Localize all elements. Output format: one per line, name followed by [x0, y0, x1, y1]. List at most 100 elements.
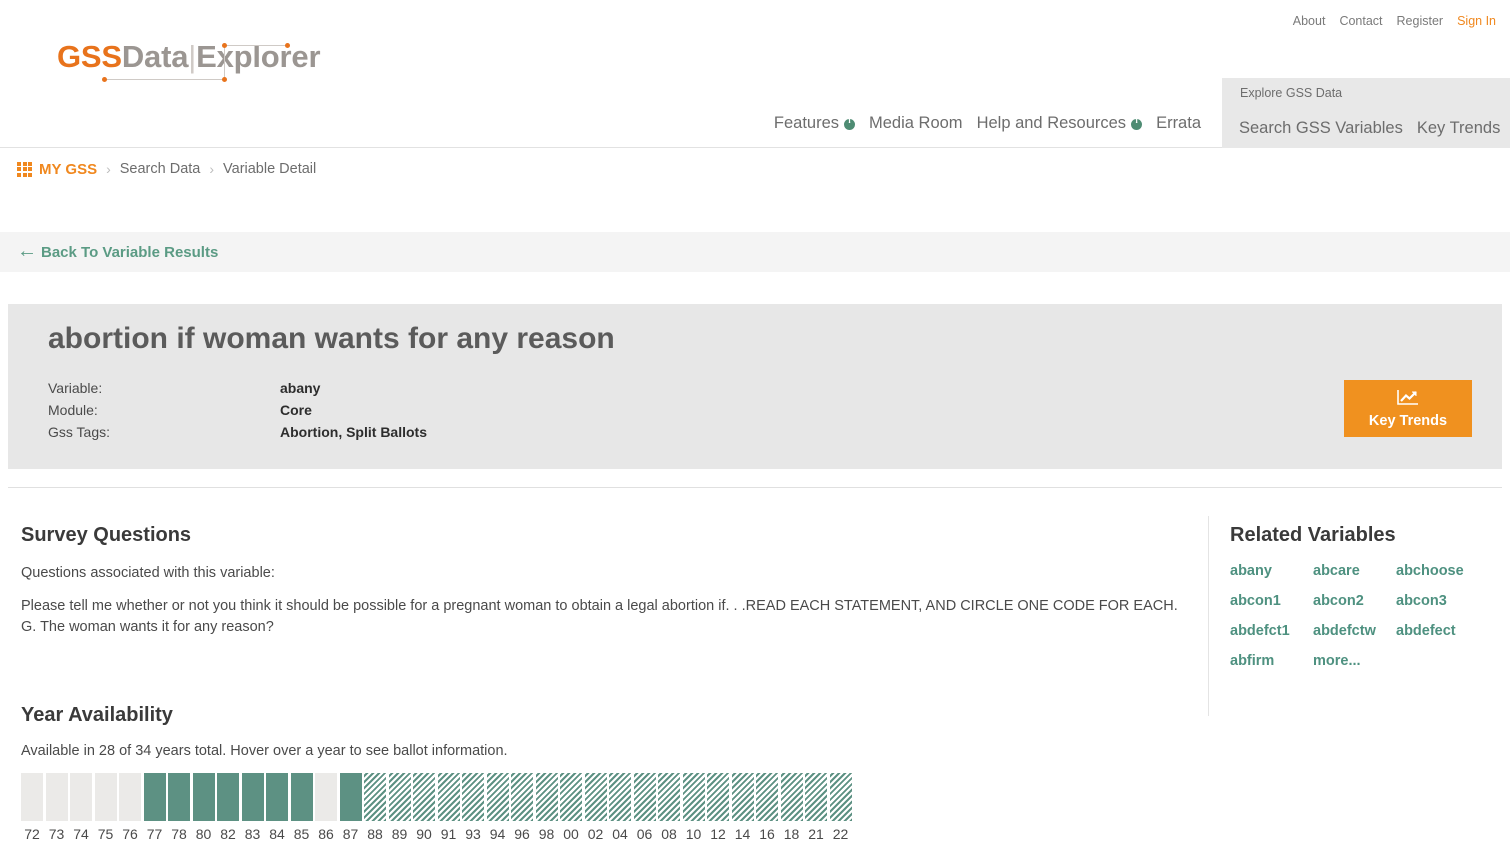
year-column[interactable]: 80	[192, 773, 215, 842]
year-bar-solid[interactable]	[143, 773, 166, 821]
year-column[interactable]: 74	[70, 773, 92, 842]
year-column[interactable]: 02	[584, 773, 607, 842]
year-bar-striped[interactable]	[437, 773, 460, 821]
nav-item-features[interactable]: Features	[767, 98, 862, 148]
related-variable-link[interactable]: abdefect	[1396, 623, 1492, 639]
year-bar-striped[interactable]	[658, 773, 680, 821]
year-bar-striped[interactable]	[707, 773, 729, 821]
year-column[interactable]: 78	[168, 773, 190, 842]
year-bar-empty[interactable]	[119, 773, 141, 821]
year-column[interactable]: 77	[143, 773, 166, 842]
year-bar-solid[interactable]	[290, 773, 313, 821]
year-bar-solid[interactable]	[241, 773, 264, 821]
year-bar-solid[interactable]	[339, 773, 362, 821]
nav-item-media-room[interactable]: Media Room	[862, 98, 970, 148]
key-trends-button[interactable]: Key Trends	[1344, 380, 1472, 437]
year-label: 76	[122, 826, 138, 842]
year-column[interactable]: 76	[119, 773, 141, 842]
dropdown-item-search-gss-variables[interactable]: Search GSS Variables	[1232, 108, 1410, 148]
year-column[interactable]: 12	[707, 773, 729, 842]
related-variable-link[interactable]: abcare	[1313, 563, 1396, 579]
section-divider	[8, 487, 1502, 488]
year-column[interactable]: 04	[609, 773, 631, 842]
year-bar-striped[interactable]	[413, 773, 435, 821]
metadata-value-module: Core	[280, 402, 312, 418]
year-bar-striped[interactable]	[462, 773, 484, 821]
year-bar-striped[interactable]	[609, 773, 631, 821]
year-bar-empty[interactable]	[45, 773, 68, 821]
year-bar-empty[interactable]	[94, 773, 117, 821]
year-bar-striped[interactable]	[560, 773, 582, 821]
breadcrumb-my-gss[interactable]: MY GSS	[39, 161, 97, 178]
year-column[interactable]: 10	[682, 773, 705, 842]
utility-link-sign-in[interactable]: Sign In	[1457, 14, 1496, 28]
year-column[interactable]: 98	[535, 773, 558, 842]
year-column[interactable]: 00	[560, 773, 582, 842]
utility-link-contact[interactable]: Contact	[1339, 14, 1382, 28]
year-bar-solid[interactable]	[217, 773, 239, 821]
year-bar-solid[interactable]	[266, 773, 288, 821]
year-bar-striped[interactable]	[388, 773, 411, 821]
year-column[interactable]: 75	[94, 773, 117, 842]
year-bar-striped[interactable]	[486, 773, 509, 821]
metadata-row-variable: Variable: abany	[48, 380, 427, 402]
year-bar-striped[interactable]	[829, 773, 852, 821]
dropdown-item-key-trends[interactable]: Key Trends	[1410, 108, 1507, 148]
back-to-results-bar[interactable]: ← Back To Variable Results	[0, 232, 1510, 272]
related-variables-more-link[interactable]: more...	[1313, 653, 1396, 669]
related-variable-link[interactable]: abcon2	[1313, 593, 1396, 609]
year-column[interactable]: 93	[462, 773, 484, 842]
nav-item-help-and-resources[interactable]: Help and Resources	[970, 98, 1150, 148]
year-column[interactable]: 73	[45, 773, 68, 842]
year-column[interactable]: 96	[511, 773, 533, 842]
nav-item-errata[interactable]: Errata	[1149, 98, 1208, 148]
year-column[interactable]: 14	[731, 773, 754, 842]
year-bar-empty[interactable]	[315, 773, 337, 821]
related-variable-link[interactable]: abcon3	[1396, 593, 1492, 609]
year-column[interactable]: 86	[315, 773, 337, 842]
info-icon[interactable]	[1131, 116, 1143, 130]
year-bar-striped[interactable]	[780, 773, 803, 821]
year-column[interactable]: 84	[266, 773, 288, 842]
year-column[interactable]: 06	[633, 773, 656, 842]
year-bar-striped[interactable]	[805, 773, 827, 821]
year-column[interactable]: 90	[413, 773, 435, 842]
year-column[interactable]: 16	[756, 773, 778, 842]
year-bar-solid[interactable]	[168, 773, 190, 821]
year-bar-striped[interactable]	[511, 773, 533, 821]
year-column[interactable]: 94	[486, 773, 509, 842]
related-variable-link[interactable]: abdefct1	[1230, 623, 1313, 639]
year-column[interactable]: 22	[829, 773, 852, 842]
related-variable-link[interactable]: abany	[1230, 563, 1313, 579]
related-variable-link[interactable]: abdefctw	[1313, 623, 1396, 639]
year-column[interactable]: 85	[290, 773, 313, 842]
year-column[interactable]: 72	[21, 773, 43, 842]
year-column[interactable]: 08	[658, 773, 680, 842]
related-variable-link[interactable]: abchoose	[1396, 563, 1492, 579]
related-variable-link[interactable]: abcon1	[1230, 593, 1313, 609]
utility-link-about[interactable]: About	[1293, 14, 1326, 28]
year-column[interactable]: 88	[364, 773, 386, 842]
related-variable-link[interactable]: abfirm	[1230, 653, 1313, 669]
site-logo[interactable]: GSSData|Explorer	[57, 33, 321, 82]
utility-link-register[interactable]: Register	[1397, 14, 1444, 28]
year-bar-striped[interactable]	[364, 773, 386, 821]
year-bar-striped[interactable]	[535, 773, 558, 821]
year-column[interactable]: 87	[339, 773, 362, 842]
year-column[interactable]: 91	[437, 773, 460, 842]
year-column[interactable]: 21	[805, 773, 827, 842]
year-bar-striped[interactable]	[756, 773, 778, 821]
year-column[interactable]: 18	[780, 773, 803, 842]
year-bar-striped[interactable]	[633, 773, 656, 821]
year-bar-empty[interactable]	[21, 773, 43, 821]
year-bar-striped[interactable]	[682, 773, 705, 821]
year-column[interactable]: 89	[388, 773, 411, 842]
year-column[interactable]: 82	[217, 773, 239, 842]
year-bar-empty[interactable]	[70, 773, 92, 821]
year-bar-striped[interactable]	[584, 773, 607, 821]
year-bar-solid[interactable]	[192, 773, 215, 821]
breadcrumb-search-data[interactable]: Search Data	[120, 161, 201, 177]
info-icon[interactable]	[844, 116, 856, 130]
year-column[interactable]: 83	[241, 773, 264, 842]
year-bar-striped[interactable]	[731, 773, 754, 821]
